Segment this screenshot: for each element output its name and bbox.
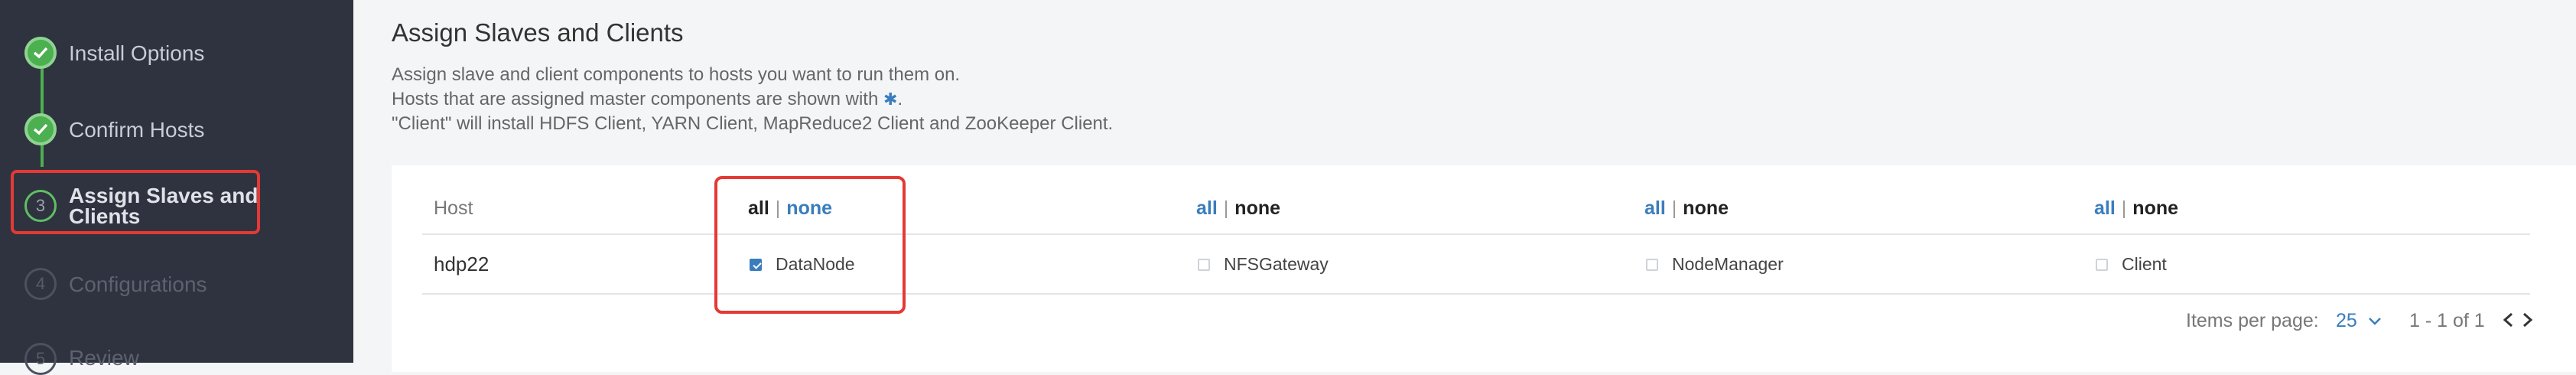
checkbox[interactable] bbox=[1198, 258, 1210, 271]
highlight-box bbox=[714, 176, 906, 314]
items-per-page-select[interactable]: 25 bbox=[2336, 310, 2381, 332]
select-none-link[interactable]: none bbox=[1234, 197, 1280, 219]
step-label: Confirm Hosts bbox=[69, 118, 205, 142]
select-none-link[interactable]: none bbox=[2132, 197, 2178, 219]
check-icon bbox=[24, 37, 57, 69]
host-column-header: Host bbox=[434, 197, 473, 219]
component-label: NodeManager bbox=[1672, 254, 1784, 274]
host-name: hdp22 bbox=[434, 253, 490, 276]
checkbox[interactable] bbox=[1646, 258, 1658, 271]
select-all-link[interactable]: all bbox=[2094, 197, 2116, 219]
nodemanager-column-header: all | none bbox=[1644, 197, 1729, 219]
select-all-link[interactable]: all bbox=[1196, 197, 1218, 219]
check-icon bbox=[24, 113, 57, 145]
step-label: Review bbox=[69, 346, 139, 370]
step-number: 4 bbox=[24, 268, 57, 300]
client-checkbox-item[interactable]: Client bbox=[2096, 254, 2167, 275]
items-per-page-label: Items per page: bbox=[2186, 310, 2319, 331]
nfsgateway-column-header: all | none bbox=[1196, 197, 1281, 219]
chevron-left-icon[interactable] bbox=[2501, 312, 2516, 328]
component-label: Client bbox=[2122, 254, 2167, 274]
wizard-sidebar: Install Options Confirm Hosts 3 Assign S… bbox=[0, 0, 353, 375]
checkbox[interactable] bbox=[2096, 258, 2108, 271]
assign-table: Host all | none all | none all | none all | none… bbox=[392, 0, 2576, 363]
client-column-header: all | none bbox=[2094, 197, 2179, 219]
select-none-link[interactable]: none bbox=[1683, 197, 1729, 219]
highlight-box bbox=[11, 170, 260, 234]
step-label: Configurations bbox=[69, 272, 207, 296]
component-label: NFSGateway bbox=[1224, 254, 1329, 274]
select-all-link[interactable]: all bbox=[1644, 197, 1666, 219]
chevron-right-icon[interactable] bbox=[2519, 312, 2535, 328]
nfsgateway-checkbox-item[interactable]: NFSGateway bbox=[1198, 254, 1329, 275]
chevron-down-icon bbox=[2368, 318, 2381, 326]
step-label: Install Options bbox=[69, 41, 205, 65]
nodemanager-checkbox-item[interactable]: NodeManager bbox=[1646, 254, 1784, 275]
pagination-range: 1 - 1 of 1 bbox=[2409, 310, 2485, 331]
step-number: 5 bbox=[24, 343, 57, 375]
